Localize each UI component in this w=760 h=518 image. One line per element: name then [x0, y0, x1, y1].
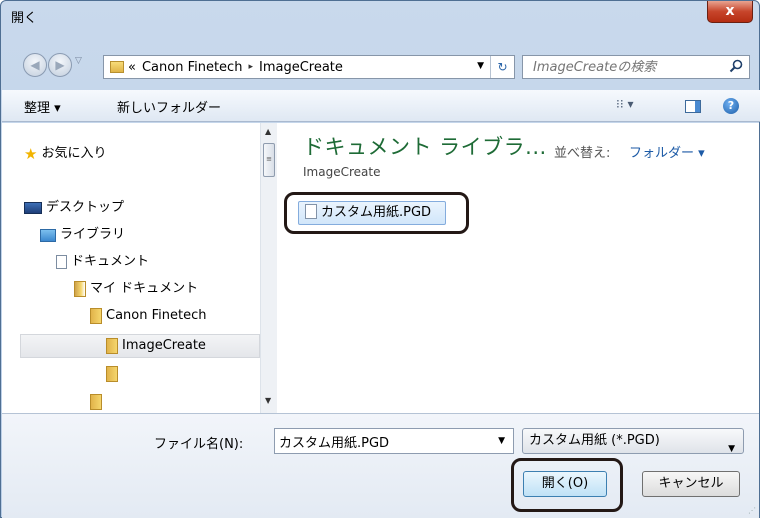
library-icon	[40, 228, 56, 242]
breadcrumb-prefix[interactable]: «	[128, 60, 136, 75]
nav-item-documents[interactable]: ドキュメント	[56, 251, 149, 273]
new-folder-button[interactable]: 新しいフォルダー	[117, 97, 221, 116]
document-icon	[56, 255, 67, 269]
back-arrow-icon: ◀	[30, 58, 40, 72]
filetype-select[interactable]: カスタム用紙 (*.PGD) ▼	[522, 428, 744, 454]
close-button[interactable]: x	[707, 1, 753, 23]
scrollbar-thumb[interactable]: ≡	[263, 143, 275, 177]
file-list-pane: ドキュメント ライブラ... ImageCreate 並べ替え: フォルダー ▾…	[278, 123, 759, 413]
nav-item-canon-finetech[interactable]: Canon Finetech	[90, 305, 206, 327]
search-icon[interactable]	[729, 59, 743, 73]
open-dialog: 開く x ◀ ▶ ▽ « Canon Finetech ▸ ImageCreat…	[0, 0, 760, 518]
nav-item-my-documents[interactable]: マイ ドキュメント	[74, 278, 198, 300]
highlight-ring-file	[284, 192, 469, 234]
star-icon: ★	[24, 145, 38, 163]
nav-item-hidden-folder-2[interactable]	[90, 391, 106, 413]
forward-arrow-icon: ▶	[55, 58, 65, 72]
footer-area: ファイル名(N): ▼ カスタム用紙 (*.PGD) ▼ 開く(O) キャンセル…	[2, 413, 759, 518]
filename-combobox[interactable]: ▼	[274, 428, 514, 454]
redacted-label	[124, 363, 242, 383]
address-bar[interactable]: « Canon Finetech ▸ ImageCreate ▼ ↻	[103, 55, 515, 79]
toolbar: 整理 ▾ 新しいフォルダー ⁝⁝ ▾ ?	[2, 90, 760, 122]
library-title: ドキュメント ライブラ...	[303, 135, 547, 159]
navigation-pane: ★ お気に入り デスクトップ ライブラリ ドキュメント マイ ドキュメント Can…	[2, 123, 260, 413]
recent-locations-dropdown-icon[interactable]: ▽	[75, 56, 82, 66]
desktop-icon	[24, 202, 42, 214]
back-button[interactable]: ◀	[23, 53, 47, 77]
search-input[interactable]	[523, 56, 723, 78]
help-icon[interactable]: ?	[723, 98, 739, 114]
nav-scrollbar[interactable]: ▲ ≡ ▼	[260, 123, 277, 413]
folder-icon	[106, 365, 118, 382]
scroll-down-icon[interactable]: ▼	[265, 396, 271, 405]
change-view-icon[interactable]: ⁝⁝ ▾	[616, 97, 633, 111]
refresh-icon[interactable]: ↻	[490, 56, 514, 78]
library-subtitle: ImageCreate	[303, 165, 381, 179]
preview-pane-icon[interactable]	[685, 100, 701, 113]
filename-field[interactable]	[275, 429, 485, 453]
sort-dropdown[interactable]: フォルダー ▾	[629, 142, 705, 161]
search-box[interactable]	[522, 55, 750, 79]
folder-icon	[90, 308, 102, 324]
highlight-ring-open-button	[511, 458, 623, 512]
nav-item-favorites[interactable]: ★ お気に入り	[24, 143, 106, 165]
scroll-up-icon[interactable]: ▲	[265, 127, 271, 136]
resize-grip-icon[interactable]: ⋰	[748, 506, 756, 515]
address-dropdown-icon[interactable]: ▼	[477, 61, 484, 71]
folder-icon	[106, 338, 118, 354]
filename-label: ファイル名(N):	[154, 437, 244, 452]
nav-item-desktop[interactable]: デスクトップ	[24, 197, 124, 219]
nav-item-libraries[interactable]: ライブラリ	[40, 224, 125, 246]
title-bar[interactable]: 開く x	[1, 1, 759, 31]
breadcrumb-imagecreate[interactable]: ImageCreate	[259, 60, 343, 75]
nav-item-imagecreate[interactable]: ImageCreate	[106, 335, 206, 357]
nav-item-hidden-folder-1[interactable]	[106, 363, 122, 385]
breadcrumb-canon-finetech[interactable]: Canon Finetech	[142, 60, 242, 75]
filetype-dropdown-icon: ▼	[728, 444, 735, 454]
redacted-label	[106, 391, 156, 411]
folder-icon	[110, 61, 124, 73]
filename-dropdown-icon[interactable]: ▼	[498, 436, 505, 446]
organize-button[interactable]: 整理 ▾	[24, 97, 61, 116]
filetype-value: カスタム用紙 (*.PGD)	[529, 433, 660, 448]
breadcrumb-separator-icon[interactable]: ▸	[248, 62, 253, 72]
folder-icon	[90, 393, 102, 410]
my-documents-icon	[74, 281, 86, 297]
sort-label: 並べ替え:	[554, 146, 611, 161]
cancel-button[interactable]: キャンセル	[642, 471, 740, 497]
content-area: ★ お気に入り デスクトップ ライブラリ ドキュメント マイ ドキュメント Can…	[2, 123, 759, 413]
forward-button[interactable]: ▶	[48, 53, 72, 77]
window-title: 開く	[11, 11, 38, 26]
